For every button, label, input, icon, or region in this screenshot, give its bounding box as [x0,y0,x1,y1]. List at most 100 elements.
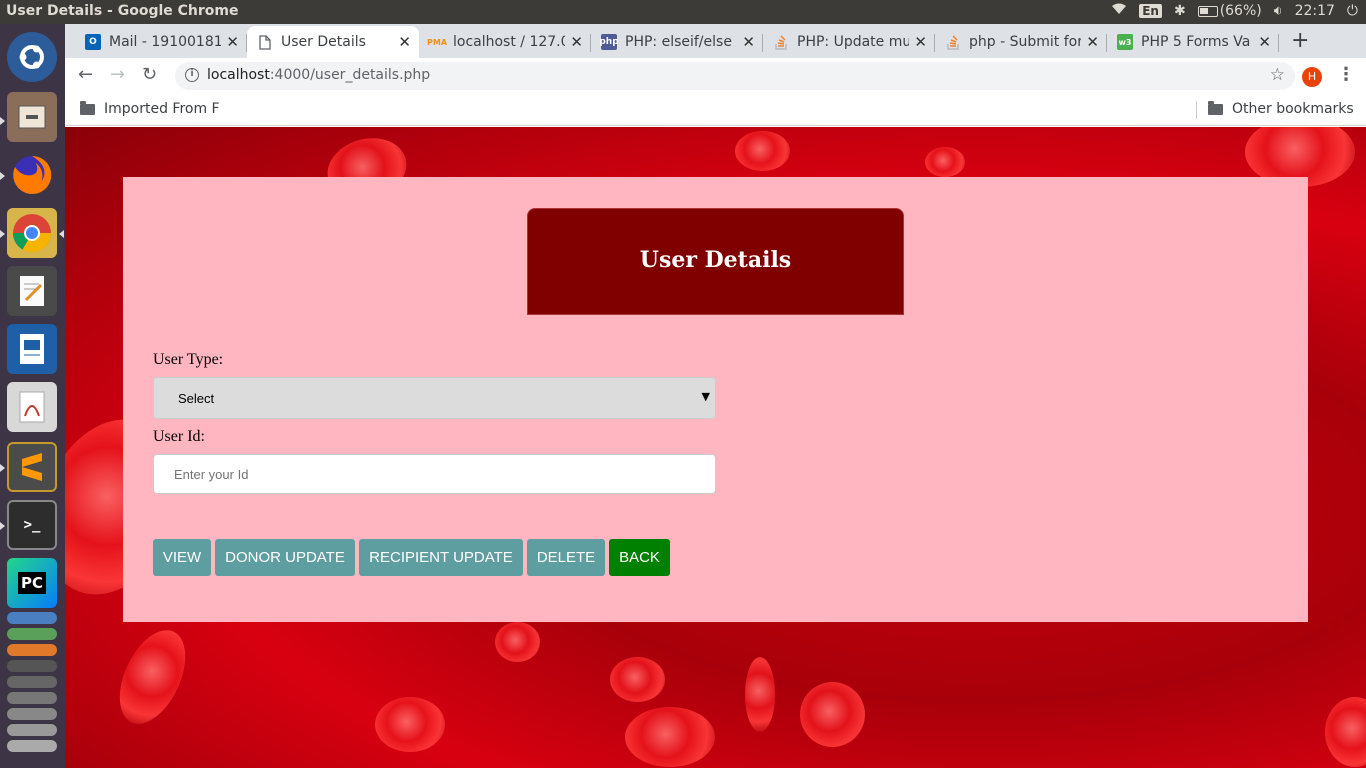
forward-arrow-icon[interactable]: → [110,64,125,85]
tab-label: Mail - 19100181( [109,34,221,50]
tab-label: PHP: Update mu [797,34,909,50]
text-editor-icon[interactable] [7,266,57,316]
url-path: :4000/user_details.php [269,67,431,83]
terminal-icon[interactable]: >_ [7,500,57,550]
tab-label: PHP: elseif/else [625,34,732,50]
os-top-bar: User Details - Google Chrome En ✱ (66%) … [0,0,1366,24]
donor-update-button[interactable]: DONOR UPDATE [215,539,355,576]
wifi-icon[interactable] [1111,3,1127,19]
reload-icon[interactable]: ↻ [142,64,157,85]
launcher: >_ PC [0,24,65,768]
folder-icon [1208,100,1223,115]
blood-cell-image [106,620,199,734]
tab-php-submit[interactable]: php - Submit for ✕ [935,26,1107,58]
blood-cell-image [735,131,790,171]
back-button[interactable]: BACK [609,539,670,576]
bookmark-label: Imported From F [104,101,220,117]
tab-php-forms[interactable]: w3 PHP 5 Forms Va ✕ [1107,26,1279,58]
tab-label: PHP 5 Forms Va [1141,34,1251,50]
tab-phpmyadmin[interactable]: PMA localhost / 127.0 ✕ [419,26,591,58]
address-bar[interactable]: i localhost:4000/user_details.php ☆ [175,62,1295,90]
stacked-app-icon[interactable] [7,676,57,688]
page-title: User Details [639,247,792,273]
stacked-app-icon[interactable] [7,628,57,640]
recipient-update-button[interactable]: RECIPIENT UPDATE [359,539,523,576]
user-id-placeholder: Enter your Id [174,467,249,482]
power-icon[interactable]: ⏻ [1347,3,1358,19]
bluetooth-icon[interactable]: ✱ [1174,3,1186,19]
back-arrow-icon[interactable]: ← [78,64,93,85]
url-text: localhost:4000/user_details.php [207,67,430,83]
close-tab-icon[interactable]: ✕ [742,33,755,51]
user-type-select[interactable]: Select ▼ [153,377,716,419]
stackoverflow-icon [945,34,961,50]
stacked-app-icon[interactable] [7,740,57,752]
keyboard-layout-indicator[interactable]: En [1139,4,1162,18]
stackoverflow-icon [773,34,789,50]
user-id-input[interactable]: Enter your Id [153,454,716,494]
chrome-window: O Mail - 19100181( ✕ User Details ✕ PMA … [65,24,1366,768]
site-info-icon[interactable]: i [185,68,199,82]
view-button[interactable]: VIEW [153,539,211,576]
stacked-app-icon[interactable] [7,612,57,624]
stacked-app-icon[interactable] [7,692,57,704]
focused-indicator [59,230,64,238]
bookmark-folder-other[interactable]: Other bookmarks [1208,100,1354,117]
user-id-label: User Id: [153,428,205,445]
bookmark-folder-imported[interactable]: Imported From F [80,100,220,117]
battery-indicator[interactable]: (66%) [1197,3,1262,19]
pycharm-icon[interactable]: PC [7,558,57,608]
bookmark-label: Other bookmarks [1232,101,1354,117]
libreoffice-writer-icon[interactable] [7,324,57,374]
php-icon: php [599,34,619,50]
tab-label: php - Submit for [969,34,1081,50]
chrome-menu-icon[interactable]: ⋮ [1337,64,1355,85]
page-icon [257,34,273,50]
user-details-panel: User Details User Type: Select ▼ User Id… [123,177,1308,622]
tab-php-elseif[interactable]: php PHP: elseif/else ✕ [591,26,763,58]
files-icon[interactable] [7,92,57,142]
profile-avatar[interactable]: H [1302,67,1322,87]
close-tab-icon[interactable]: ✕ [914,33,927,51]
chrome-icon[interactable] [7,208,57,258]
clock[interactable]: 22:17 [1295,3,1335,19]
url-host: localhost [207,67,270,83]
tab-mail[interactable]: O Mail - 19100181( ✕ [75,26,247,58]
tab-user-details[interactable]: User Details ✕ [247,26,419,58]
close-tab-icon[interactable]: ✕ [570,33,583,51]
tab-strip: O Mail - 19100181( ✕ User Details ✕ PMA … [65,24,1366,58]
blood-cell-image [925,147,965,177]
battery-percent: (66%) [1219,3,1262,19]
close-tab-icon[interactable]: ✕ [226,33,239,51]
ubuntu-dash-icon[interactable] [7,32,57,82]
stacked-app-icon[interactable] [7,660,57,672]
close-tab-icon[interactable]: ✕ [398,33,411,51]
running-indicator [0,117,5,125]
stacked-app-icon[interactable] [7,708,57,720]
blood-cell-image [495,622,540,662]
sublime-text-icon[interactable] [7,442,57,492]
close-tab-icon[interactable]: ✕ [1258,33,1271,51]
delete-button[interactable]: DELETE [527,539,605,576]
firefox-icon[interactable] [7,150,57,200]
bookmarks-bar: Imported From F Other bookmarks [65,94,1366,126]
blood-cell-image [625,707,715,767]
tab-label: User Details [281,34,366,50]
stacked-app-icon[interactable] [7,724,57,736]
volume-icon[interactable]: 🔉︎ [1274,3,1283,19]
system-tray: En ✱ (66%) 🔉︎ 22:17 ⏻ [1111,3,1358,19]
window-title: User Details - Google Chrome [6,3,239,19]
battery-icon [1197,5,1218,17]
close-tab-icon[interactable]: ✕ [1086,33,1099,51]
browser-toolbar: ← → ↻ i localhost:4000/user_details.php … [65,58,1366,94]
user-type-label: User Type: [153,351,224,368]
page-viewport: User Details User Type: Select ▼ User Id… [65,127,1366,768]
w3schools-icon: w3 [1117,34,1133,50]
folder-icon [80,100,95,115]
new-tab-button[interactable]: + [1291,28,1309,53]
document-viewer-icon[interactable] [7,382,57,432]
tab-php-update[interactable]: PHP: Update mu ✕ [763,26,935,58]
stacked-app-icon[interactable] [7,644,57,656]
bookmark-star-icon[interactable]: ☆ [1270,65,1285,85]
phpmyadmin-icon: PMA [427,37,448,47]
